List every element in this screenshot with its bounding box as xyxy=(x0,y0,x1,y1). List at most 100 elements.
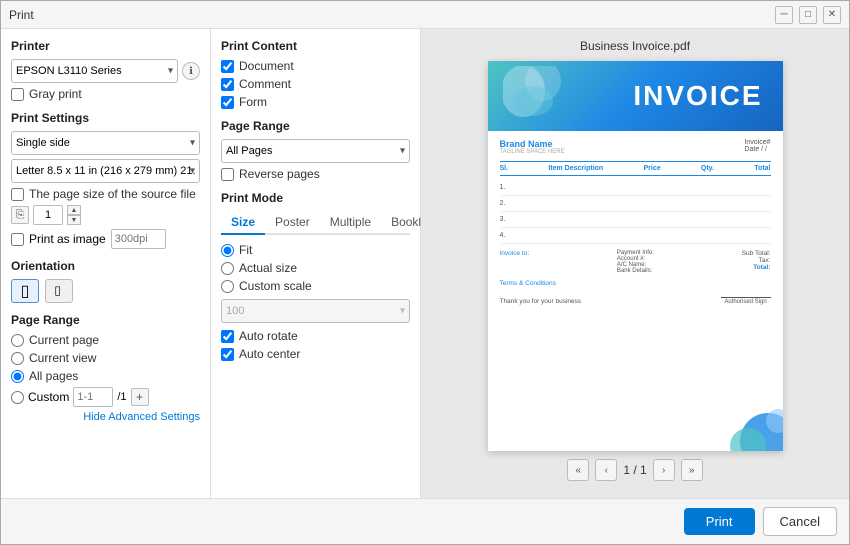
custom-scale-radio[interactable] xyxy=(221,280,234,293)
landscape-icon: ▭ xyxy=(52,285,66,296)
fit-radio[interactable] xyxy=(221,244,234,257)
bottom-bar: Print Cancel xyxy=(1,498,849,544)
current-page-label: Current page xyxy=(29,333,99,347)
invoice-num: Invoice# Date / / xyxy=(744,139,770,155)
source-page-label: The page size of the source file xyxy=(29,187,196,201)
all-pages-wrapper: All Pages xyxy=(221,139,410,163)
copies-row: ⎘ ▲ ▼ xyxy=(11,205,200,225)
current-view-radio[interactable] xyxy=(11,352,24,365)
all-pages-radio[interactable] xyxy=(11,370,24,383)
copies-up-arrow[interactable]: ▲ xyxy=(67,205,81,215)
custom-range-input[interactable] xyxy=(73,387,113,407)
invoice-to-section: Invoice to: xyxy=(500,250,530,257)
custom-range-row: Custom /1 + xyxy=(11,387,200,407)
cancel-button[interactable]: Cancel xyxy=(763,507,837,536)
bottom-section: Thank you for your business Authorised S… xyxy=(500,289,771,305)
current-view-label: Current view xyxy=(29,351,96,365)
table-row: 2. xyxy=(500,196,771,212)
paper-size-wrapper: Letter 8.5 x 11 in (216 x 279 mm) 21.6 x xyxy=(11,159,200,183)
custom-scale-label: Custom scale xyxy=(239,279,312,293)
fit-row: Fit xyxy=(221,243,410,257)
close-button[interactable]: ✕ xyxy=(823,6,841,24)
auto-rotate-checkbox[interactable] xyxy=(221,330,234,343)
minimize-button[interactable]: ─ xyxy=(775,6,793,24)
print-mode-tabs: Size Poster Multiple Booklet xyxy=(221,211,410,235)
current-page-radio[interactable] xyxy=(11,334,24,347)
reverse-pages-checkbox[interactable] xyxy=(221,168,234,181)
comment-row: Comment xyxy=(221,77,410,91)
custom-scale-row: Custom scale xyxy=(221,279,410,293)
form-checkbox[interactable] xyxy=(221,96,234,109)
maximize-button[interactable]: □ xyxy=(799,6,817,24)
invoice-table-header: Sl. Item Description Price Qty. Total xyxy=(500,161,771,176)
gray-print-checkbox[interactable] xyxy=(11,88,24,101)
printer-dropdown[interactable]: EPSON L3110 Series xyxy=(11,59,178,83)
authorized-section: Authorised Sign xyxy=(721,289,771,305)
copies-spin-arrows: ▲ ▼ xyxy=(67,205,81,225)
tab-multiple[interactable]: Multiple xyxy=(320,211,381,235)
orientation-title: Orientation xyxy=(11,259,200,273)
left-panel: Printer EPSON L3110 Series ℹ Gray print … xyxy=(1,29,211,498)
brand-sub: TAGLINE SPACE HERE xyxy=(500,149,565,155)
comment-checkbox[interactable] xyxy=(221,78,234,91)
preview-panel: Business Invoice.pdf INVOICE Brand Name xyxy=(421,29,849,498)
copies-input[interactable] xyxy=(33,205,63,225)
comment-label: Comment xyxy=(239,77,291,91)
printer-selector-row: EPSON L3110 Series ℹ xyxy=(11,59,200,83)
copies-down-arrow[interactable]: ▼ xyxy=(67,215,81,225)
last-page-button[interactable]: » xyxy=(681,459,703,481)
print-dialog: Print ─ □ ✕ Printer EPSON L3110 Series ℹ… xyxy=(0,0,850,545)
totals-section: Sub Total: Tax: Total: xyxy=(742,250,771,271)
invoice-title: INVOICE xyxy=(633,80,762,112)
invoice-footer: Invoice to: Payment Info: Account #: A/C… xyxy=(500,250,771,274)
print-settings-title: Print Settings xyxy=(11,111,200,125)
tab-size[interactable]: Size xyxy=(221,211,265,235)
print-content-title: Print Content xyxy=(221,39,410,53)
first-page-button[interactable]: « xyxy=(567,459,589,481)
portrait-button[interactable]: ▯ xyxy=(11,279,39,303)
next-page-button[interactable]: › xyxy=(653,459,675,481)
paper-size-dropdown[interactable]: Letter 8.5 x 11 in (216 x 279 mm) 21.6 x xyxy=(11,159,200,183)
single-side-dropdown[interactable]: Single side xyxy=(11,131,200,155)
portrait-icon: ▯ xyxy=(21,281,30,301)
preview-title: Business Invoice.pdf xyxy=(580,39,690,53)
title-bar: Print ─ □ ✕ xyxy=(1,1,849,29)
invoice-blob-svg xyxy=(503,66,573,121)
form-row: Form xyxy=(221,95,410,109)
payment-info-section: Payment Info: Account #: A/C Name: Bank … xyxy=(617,250,654,274)
print-button[interactable]: Print xyxy=(684,508,755,535)
print-mode-title: Print Mode xyxy=(221,191,410,205)
tab-poster[interactable]: Poster xyxy=(265,211,320,235)
bottom-blob-container xyxy=(713,406,783,451)
current-page-row: Current page xyxy=(11,333,200,347)
dpi-input[interactable] xyxy=(111,229,166,249)
brand-name: Brand Name xyxy=(500,139,565,149)
middle-panel: Print Content Document Comment Form Page… xyxy=(211,29,421,498)
form-label: Form xyxy=(239,95,267,109)
hide-advanced-link[interactable]: Hide Advanced Settings xyxy=(11,411,200,423)
auto-center-label: Auto center xyxy=(239,347,300,361)
brand-section: Brand Name TAGLINE SPACE HERE xyxy=(500,139,565,155)
document-checkbox[interactable] xyxy=(221,60,234,73)
invoice-header: INVOICE xyxy=(488,61,783,131)
custom-label: Custom xyxy=(28,390,69,404)
document-row: Document xyxy=(221,59,410,73)
landscape-button[interactable]: ▭ xyxy=(45,279,73,303)
gray-print-label: Gray print xyxy=(29,87,82,101)
auto-rotate-label: Auto rotate xyxy=(239,329,298,343)
add-range-button[interactable]: + xyxy=(131,388,149,406)
printer-info-button[interactable]: ℹ xyxy=(182,62,200,80)
print-as-image-row: Print as image xyxy=(11,229,200,249)
bottom-blob-svg xyxy=(713,406,783,451)
scale-input[interactable] xyxy=(221,299,410,323)
printer-section-title: Printer xyxy=(11,39,200,53)
actual-size-radio[interactable] xyxy=(221,262,234,275)
print-as-image-checkbox[interactable] xyxy=(11,233,24,246)
source-page-checkbox[interactable] xyxy=(11,188,24,201)
custom-radio[interactable] xyxy=(11,391,24,404)
prev-page-button[interactable]: ‹ xyxy=(595,459,617,481)
all-pages-dropdown[interactable]: All Pages xyxy=(221,139,410,163)
auto-center-checkbox[interactable] xyxy=(221,348,234,361)
orientation-buttons: ▯ ▭ xyxy=(11,279,200,303)
slash-label: /1 xyxy=(117,391,126,403)
